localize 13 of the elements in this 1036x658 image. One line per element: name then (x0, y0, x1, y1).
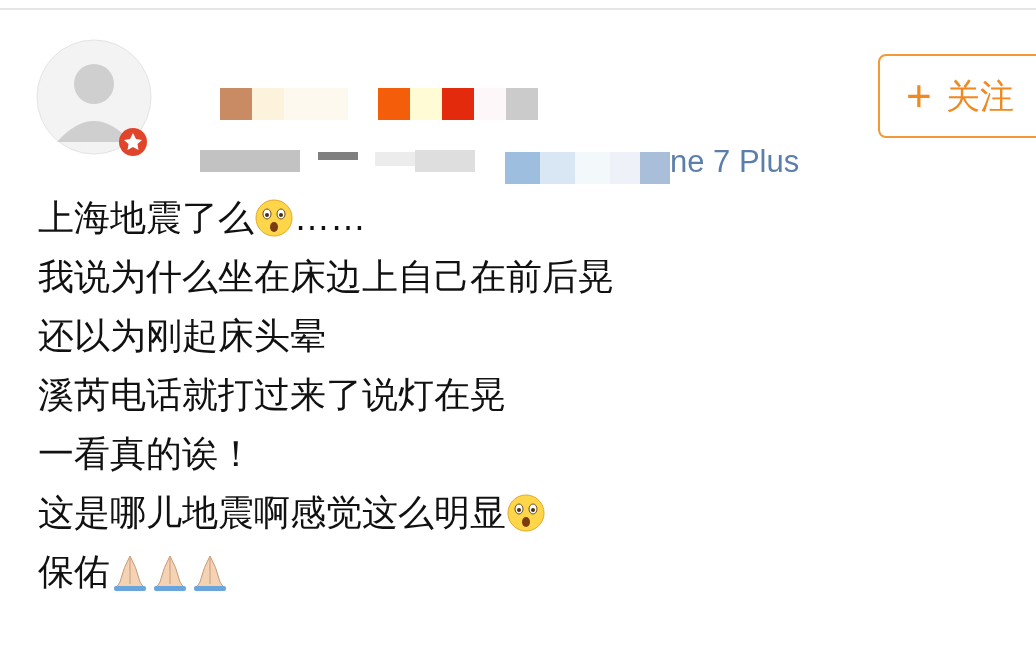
avatar[interactable] (35, 38, 153, 156)
post-text: 保佑 (38, 549, 110, 594)
post-text: 我说为什么坐在床边上自己在前后晃 (38, 254, 614, 299)
post-text: 上海地震了么 (38, 195, 254, 240)
post-text: 这是哪儿地震啊感觉这么明显 (38, 490, 506, 535)
source-text: ne 7 Plus (670, 145, 800, 177)
post-text: 溪芮电话就打过来了说灯在晃 (38, 372, 506, 417)
face-emoji-icon (254, 197, 294, 238)
post-text: …… (294, 195, 366, 240)
post-text: 一看真的诶！ (38, 431, 254, 476)
face-emoji-icon (506, 492, 546, 533)
follow-button[interactable]: + 关注 (878, 54, 1036, 138)
post-text: 还以为刚起床头晕 (38, 313, 326, 358)
